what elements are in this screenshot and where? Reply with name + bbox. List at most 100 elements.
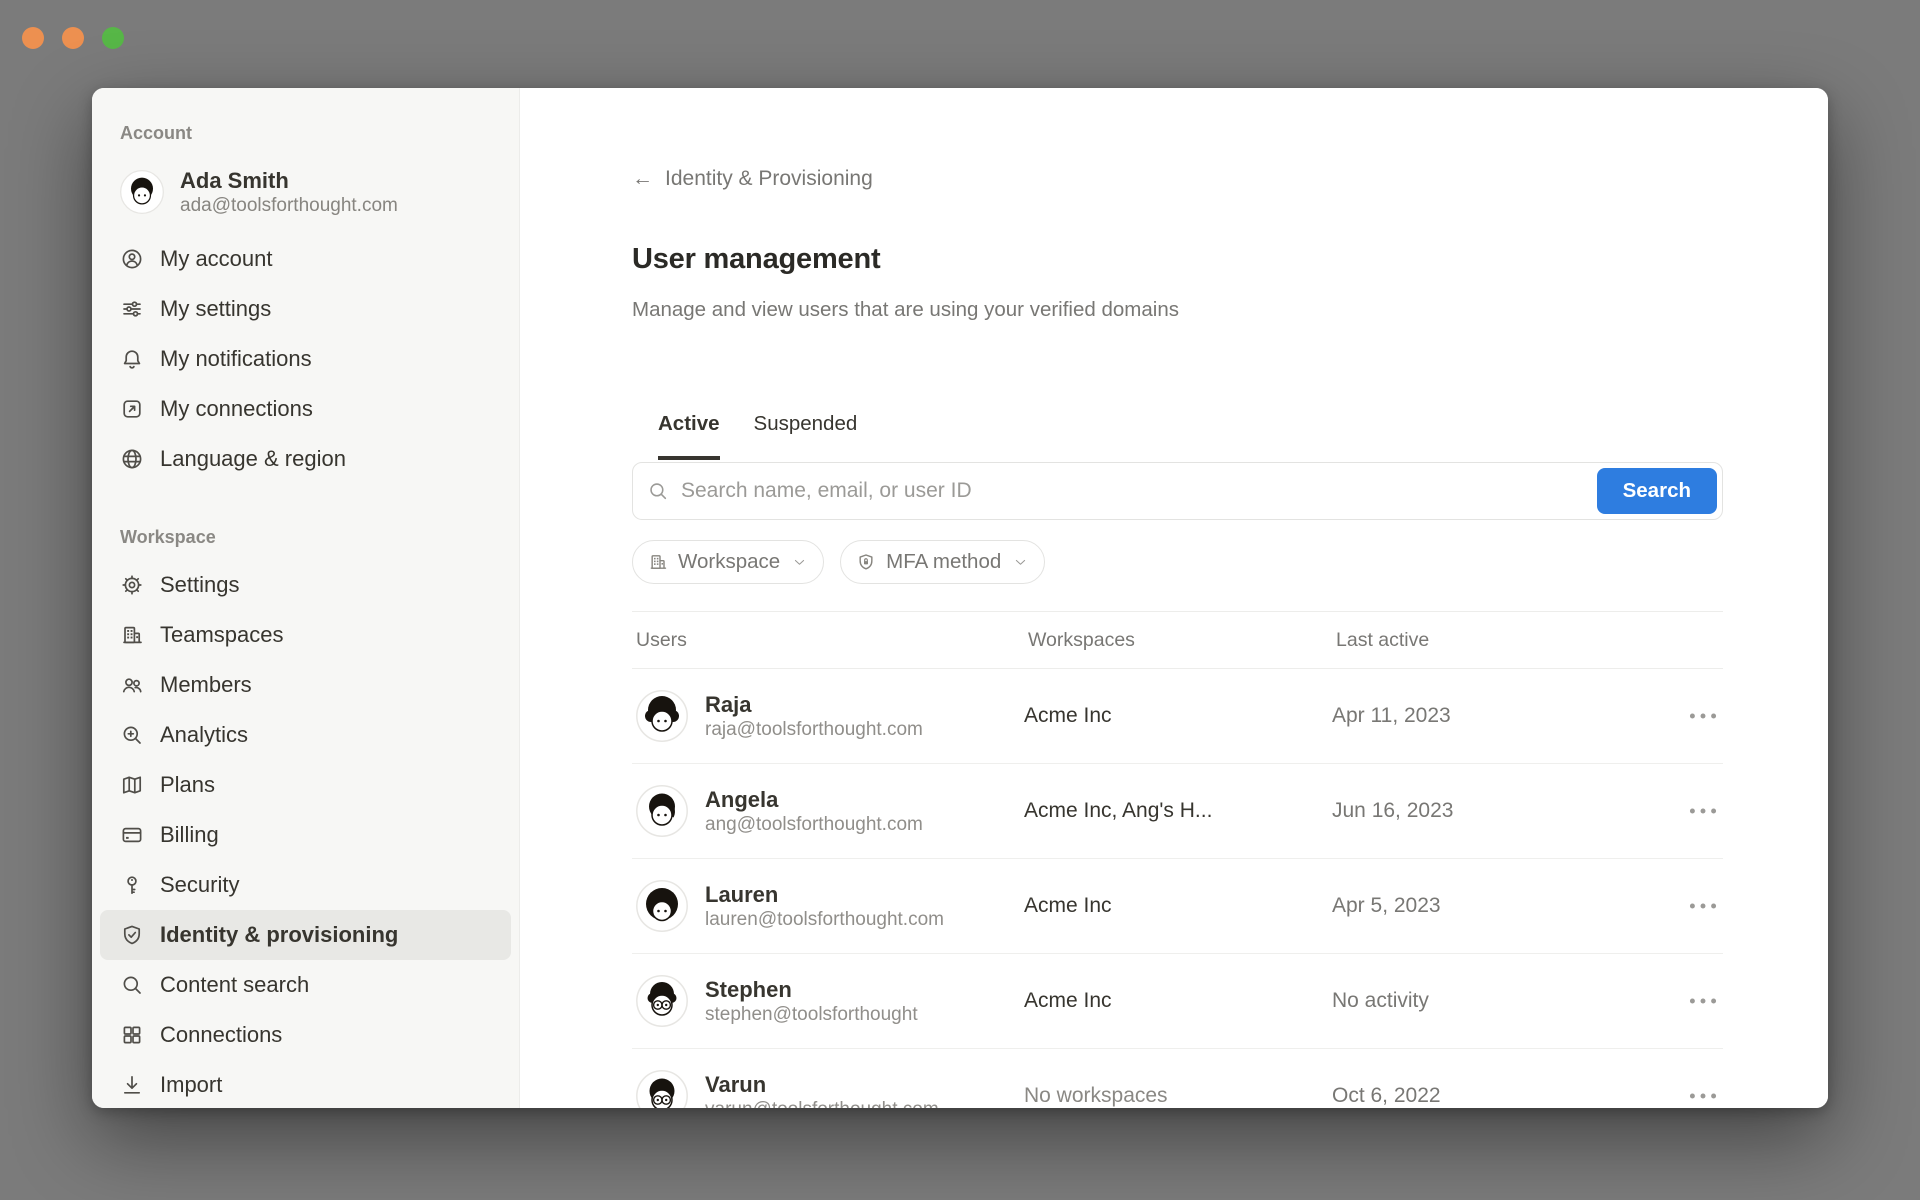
sidebar-item-label: Billing [160,822,219,848]
chevron-down-icon [792,555,807,570]
tab-bar: Active Suspended [658,412,1723,460]
workspaces-cell: Acme Inc [1024,704,1332,728]
table-row-stephen[interactable]: Stephen stephen@toolsforthought Acme Inc… [632,954,1723,1049]
building-icon [120,623,144,647]
sidebar-item-label: Members [160,672,252,698]
row-menu-button[interactable] [1683,796,1723,826]
sidebar-item-label: Language & region [160,446,346,472]
tab-suspended[interactable]: Suspended [754,412,858,460]
search-input[interactable] [632,462,1723,520]
close-button[interactable] [22,27,44,49]
workspaces-cell: Acme Inc [1024,894,1332,918]
user-cell: Stephen stephen@toolsforthought [632,975,1024,1027]
sidebar-item-label: My notifications [160,346,312,372]
sidebar-item-label: My connections [160,396,313,422]
sidebar-item-label: Analytics [160,722,248,748]
column-header-users: Users [632,629,1024,652]
user-name: Angela [705,786,923,813]
people-icon [120,673,144,697]
user-email: ang@toolsforthought.com [705,813,923,837]
account-profile: Ada Smith ada@toolsforthought.com [100,160,511,224]
sidebar-item-security[interactable]: Security [100,860,511,910]
row-menu-button[interactable] [1683,1081,1723,1108]
sidebar-item-settings[interactable]: Settings [100,560,511,610]
table-row-lauren[interactable]: Lauren lauren@toolsforthought.com Acme I… [632,859,1723,954]
map-icon [120,773,144,797]
profile-email: ada@toolsforthought.com [180,194,398,217]
magnifier-icon [120,973,144,997]
breadcrumb-back[interactable]: ← Identity & Provisioning [632,168,873,190]
sidebar-item-label: Import [160,1072,222,1098]
sidebar-item-my-notifications[interactable]: My notifications [100,334,511,384]
bell-icon [120,347,144,371]
key-icon [120,873,144,897]
sidebar-item-label: Connections [160,1022,282,1048]
filter-label: MFA method [886,550,1001,574]
shield-check-icon [120,923,144,947]
filter-chips: Workspace MFA method [632,540,1723,584]
column-header-workspaces: Workspaces [1024,629,1332,652]
sidebar-item-language-and-region[interactable]: Language & region [100,434,511,484]
table-row-angela[interactable]: Angela ang@toolsforthought.com Acme Inc,… [632,764,1723,859]
import-arrow-icon [120,1073,144,1097]
sidebar-item-teamspaces[interactable]: Teamspaces [100,610,511,660]
workspace-nav: Settings Teamspaces Members Analytics Pl… [100,560,511,1108]
chevron-down-icon [1013,555,1028,570]
sidebar-item-label: My settings [160,296,271,322]
table-row-raja[interactable]: Raja raja@toolsforthought.com Acme Inc A… [632,669,1723,764]
grid-icon [120,1023,144,1047]
sidebar-item-my-account[interactable]: My account [100,234,511,284]
user-email: lauren@toolsforthought.com [705,908,944,932]
back-arrow-icon: ← [632,168,653,190]
column-header-last-active: Last active [1332,629,1671,652]
sidebar-item-analytics[interactable]: Analytics [100,710,511,760]
sidebar-item-billing[interactable]: Billing [100,810,511,860]
sidebar-item-plans[interactable]: Plans [100,760,511,810]
user-cell: Raja raja@toolsforthought.com [632,690,1024,742]
sidebar-item-connections[interactable]: Connections [100,1010,511,1060]
sidebar-item-my-settings[interactable]: My settings [100,284,511,334]
account-nav: My account My settings My notifications … [100,234,511,484]
zoom-button[interactable] [102,27,124,49]
last-active-cell: Oct 6, 2022 [1332,1084,1671,1108]
filter-workspace[interactable]: Workspace [632,540,824,584]
row-menu-button[interactable] [1683,891,1723,921]
avatar [120,170,164,214]
sidebar-item-import[interactable]: Import [100,1060,511,1108]
workspaces-cell: Acme Inc, Ang's H... [1024,799,1332,823]
sidebar-item-members[interactable]: Members [100,660,511,710]
user-email: raja@toolsforthought.com [705,718,923,742]
last-active-cell: Apr 5, 2023 [1332,894,1671,918]
sidebar-item-identity-and-provisioning[interactable]: Identity & provisioning [100,910,511,960]
row-menu-button[interactable] [1683,701,1723,731]
sidebar-item-label: My account [160,246,273,272]
row-menu-button[interactable] [1683,986,1723,1016]
globe-icon [120,447,144,471]
user-email: varun@toolsforthought.com [705,1098,939,1109]
minimize-button[interactable] [62,27,84,49]
filter-label: Workspace [678,550,780,574]
workspace-section-label: Workspace [100,526,511,548]
person-circle-icon [120,247,144,271]
user-email: stephen@toolsforthought [705,1003,918,1027]
table-body: Raja raja@toolsforthought.com Acme Inc A… [632,669,1723,1108]
breadcrumb-label: Identity & Provisioning [665,168,873,190]
main-panel: ← Identity & Provisioning User managemen… [520,88,1828,1108]
sidebar-item-label: Plans [160,772,215,798]
filter-mfa-method[interactable]: MFA method [840,540,1045,584]
tab-label: Suspended [754,412,858,435]
sidebar-item-content-search[interactable]: Content search [100,960,511,1010]
table-row-varun[interactable]: Varun varun@toolsforthought.com No works… [632,1049,1723,1108]
sidebar-item-my-connections[interactable]: My connections [100,384,511,434]
profile-name: Ada Smith [180,167,398,194]
sliders-icon [120,297,144,321]
user-cell: Varun varun@toolsforthought.com [632,1070,1024,1108]
search-bar: Search [632,462,1723,520]
avatar [636,690,688,742]
settings-window: Account Ada Smith ada@toolsforthought.co… [92,88,1828,1108]
search-button[interactable]: Search [1597,468,1717,514]
sidebar-item-label: Content search [160,972,309,998]
settings-sidebar: Account Ada Smith ada@toolsforthought.co… [92,88,520,1108]
tab-active[interactable]: Active [658,412,720,460]
avatar [636,880,688,932]
